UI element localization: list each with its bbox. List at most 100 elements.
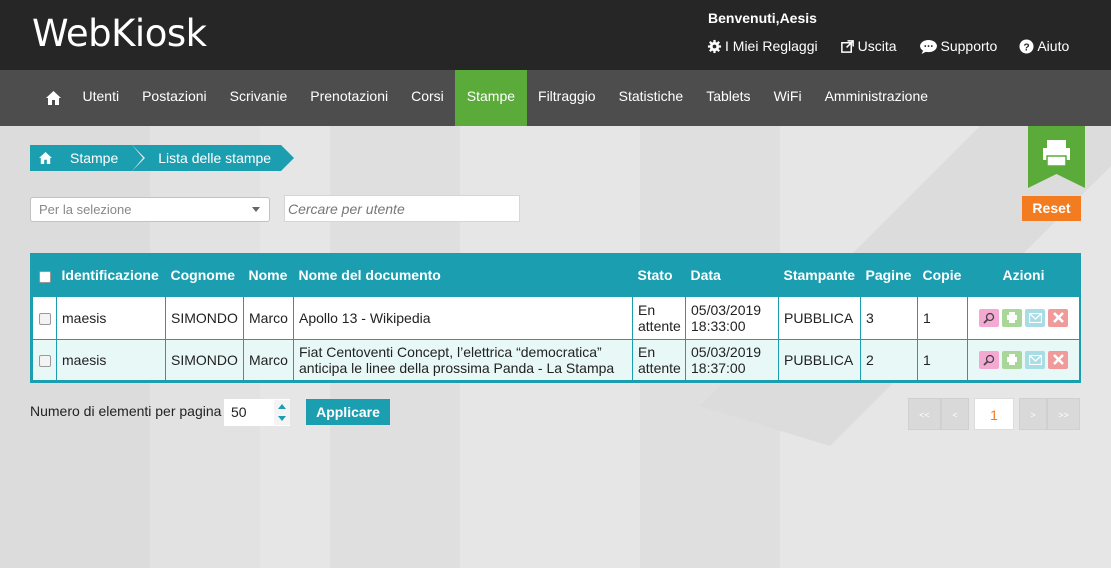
nav-item-filtraggio[interactable]: Filtraggio — [527, 70, 608, 126]
header-azioni: Azioni — [1002, 267, 1045, 284]
chevron-down-icon — [252, 207, 260, 212]
svg-text:?: ? — [1024, 42, 1030, 53]
email-button[interactable] — [1025, 308, 1045, 327]
nav-item-amministrazione[interactable]: Amministrazione — [813, 70, 939, 126]
table-header-row: Identificazione Cognome Nome Nome del do… — [33, 255, 1080, 296]
page-current[interactable]: 1 — [974, 398, 1014, 430]
nav-item-statistiche[interactable]: Statistiche — [607, 70, 695, 126]
chat-icon — [919, 39, 937, 54]
envelope-icon — [1028, 312, 1042, 323]
breadcrumb-section[interactable]: Stampe — [60, 145, 146, 171]
breadcrumb-current-label: Lista delle stampe — [158, 150, 272, 166]
email-button[interactable] — [1025, 350, 1045, 369]
cell-stato: En attente — [632, 338, 686, 381]
support-link-label: Supporto — [940, 38, 998, 54]
external-link-icon — [840, 39, 854, 53]
row-checkbox[interactable] — [39, 312, 51, 325]
settings-link[interactable]: I Miei Reglaggi — [707, 38, 818, 54]
delete-button[interactable] — [1048, 308, 1068, 327]
print-flag-button[interactable] — [1028, 126, 1085, 188]
cell-nome: Marco — [243, 338, 294, 381]
nav-item-wifi[interactable]: WiFi — [762, 70, 813, 126]
cell-time: 18:37:00 — [691, 359, 746, 376]
row-checkbox[interactable] — [39, 354, 51, 367]
nav-item-tablets[interactable]: Tablets — [695, 70, 762, 126]
nav-item-prenotazioni[interactable]: Prenotazioni — [299, 70, 400, 126]
cell-pagine: 3 — [860, 295, 918, 340]
breadcrumb-current: Lista delle stampe — [132, 145, 295, 171]
page-last-button[interactable]: >> — [1047, 398, 1080, 430]
select-all-checkbox[interactable] — [38, 270, 51, 283]
main-nav: Utenti Postazioni Scrivanie Prenotazioni… — [0, 70, 1111, 126]
cell-identificazione: maesis — [56, 295, 166, 340]
logout-link[interactable]: Uscita — [840, 38, 897, 54]
close-icon — [1052, 312, 1064, 323]
support-link[interactable]: Supporto — [919, 38, 998, 54]
cell-identificazione: maesis — [56, 338, 166, 381]
page-prev-button[interactable]: < — [941, 398, 969, 430]
header-cognome[interactable]: Cognome — [166, 255, 244, 296]
cell-data: 05/03/2019 18:33:00 — [685, 295, 779, 340]
header-copie[interactable]: Copie — [918, 255, 968, 296]
table-row: maesis SIMONDO Marco Fiat Centoventi Con… — [32, 338, 1080, 381]
header-data[interactable]: Data — [686, 255, 779, 296]
cell-date: 05/03/2019 — [691, 343, 762, 360]
view-button[interactable] — [979, 308, 999, 327]
table-row: maesis SIMONDO Marco Apollo 13 - Wikiped… — [32, 295, 1080, 340]
header-stato[interactable]: Stato — [633, 255, 686, 296]
logout-link-label: Uscita — [857, 38, 897, 54]
settings-link-label: I Miei Reglaggi — [725, 38, 818, 54]
printer-icon — [1028, 126, 1085, 188]
prints-table: Identificazione Cognome Nome Nome del do… — [30, 253, 1081, 383]
reset-button[interactable]: Reset — [1022, 196, 1081, 221]
cell-date: 05/03/2019 — [691, 301, 762, 318]
perpage-label: Numero di elementi per pagina — [30, 403, 222, 419]
cell-documento: Fiat Centoventi Concept, l’elettrica “de… — [293, 338, 633, 381]
print-button[interactable] — [1002, 350, 1022, 369]
help-link[interactable]: ? Aiuto — [1019, 38, 1069, 54]
cell-azioni — [967, 295, 1080, 340]
home-icon — [45, 91, 61, 105]
top-links: I Miei Reglaggi Uscita Supporto ? Aiuto — [707, 38, 1069, 54]
help-icon: ? — [1019, 38, 1034, 54]
cell-stampante: PUBBLICA — [778, 338, 861, 381]
page-next-button[interactable]: > — [1019, 398, 1047, 430]
gear-icon — [707, 39, 722, 53]
view-button[interactable] — [979, 350, 999, 369]
page-first-button[interactable]: << — [908, 398, 941, 430]
home-icon — [38, 152, 52, 164]
nav-item-scrivanie[interactable]: Scrivanie — [218, 70, 299, 126]
nav-item-utenti[interactable]: Utenti — [71, 70, 131, 126]
apply-button[interactable]: Applicare — [306, 399, 390, 425]
cell-copie: 1 — [917, 295, 968, 340]
selection-dropdown[interactable]: Per la selezione — [30, 197, 270, 222]
printer-icon — [1007, 312, 1017, 323]
help-link-label: Aiuto — [1037, 38, 1070, 54]
header-pagine[interactable]: Pagine — [861, 255, 918, 296]
cell-documento: Apollo 13 - Wikipedia — [293, 295, 633, 340]
print-button[interactable] — [1002, 308, 1022, 327]
envelope-icon — [1028, 354, 1042, 365]
nav-item-postazioni[interactable]: Postazioni — [131, 70, 219, 126]
breadcrumb-separator-inner — [132, 145, 144, 171]
app-logo[interactable]: WebKiosk — [32, 12, 207, 55]
nav-item-stampe[interactable]: Stampe — [455, 70, 527, 126]
cell-cognome: SIMONDO — [165, 295, 244, 340]
cell-data: 05/03/2019 18:37:00 — [685, 338, 779, 381]
header-documento[interactable]: Nome del documento — [294, 255, 633, 296]
cell-azioni — [967, 338, 1080, 381]
cell-stampante: PUBBLICA — [778, 295, 861, 340]
nav-item-corsi[interactable]: Corsi — [400, 70, 456, 126]
header-identificazione[interactable]: Identificazione — [57, 255, 166, 296]
close-icon — [1052, 354, 1064, 365]
perpage-stepper[interactable] — [274, 400, 290, 425]
delete-button[interactable] — [1048, 350, 1068, 369]
header-nome[interactable]: Nome — [244, 255, 294, 296]
breadcrumb-home[interactable] — [30, 145, 60, 171]
cell-stato: En attente — [632, 295, 686, 340]
header-stampante[interactable]: Stampante — [779, 255, 861, 296]
magnifier-icon — [983, 312, 995, 324]
user-search-input[interactable] — [284, 195, 520, 222]
cell-pagine: 2 — [860, 338, 918, 381]
breadcrumb-end-arrow — [281, 145, 295, 171]
